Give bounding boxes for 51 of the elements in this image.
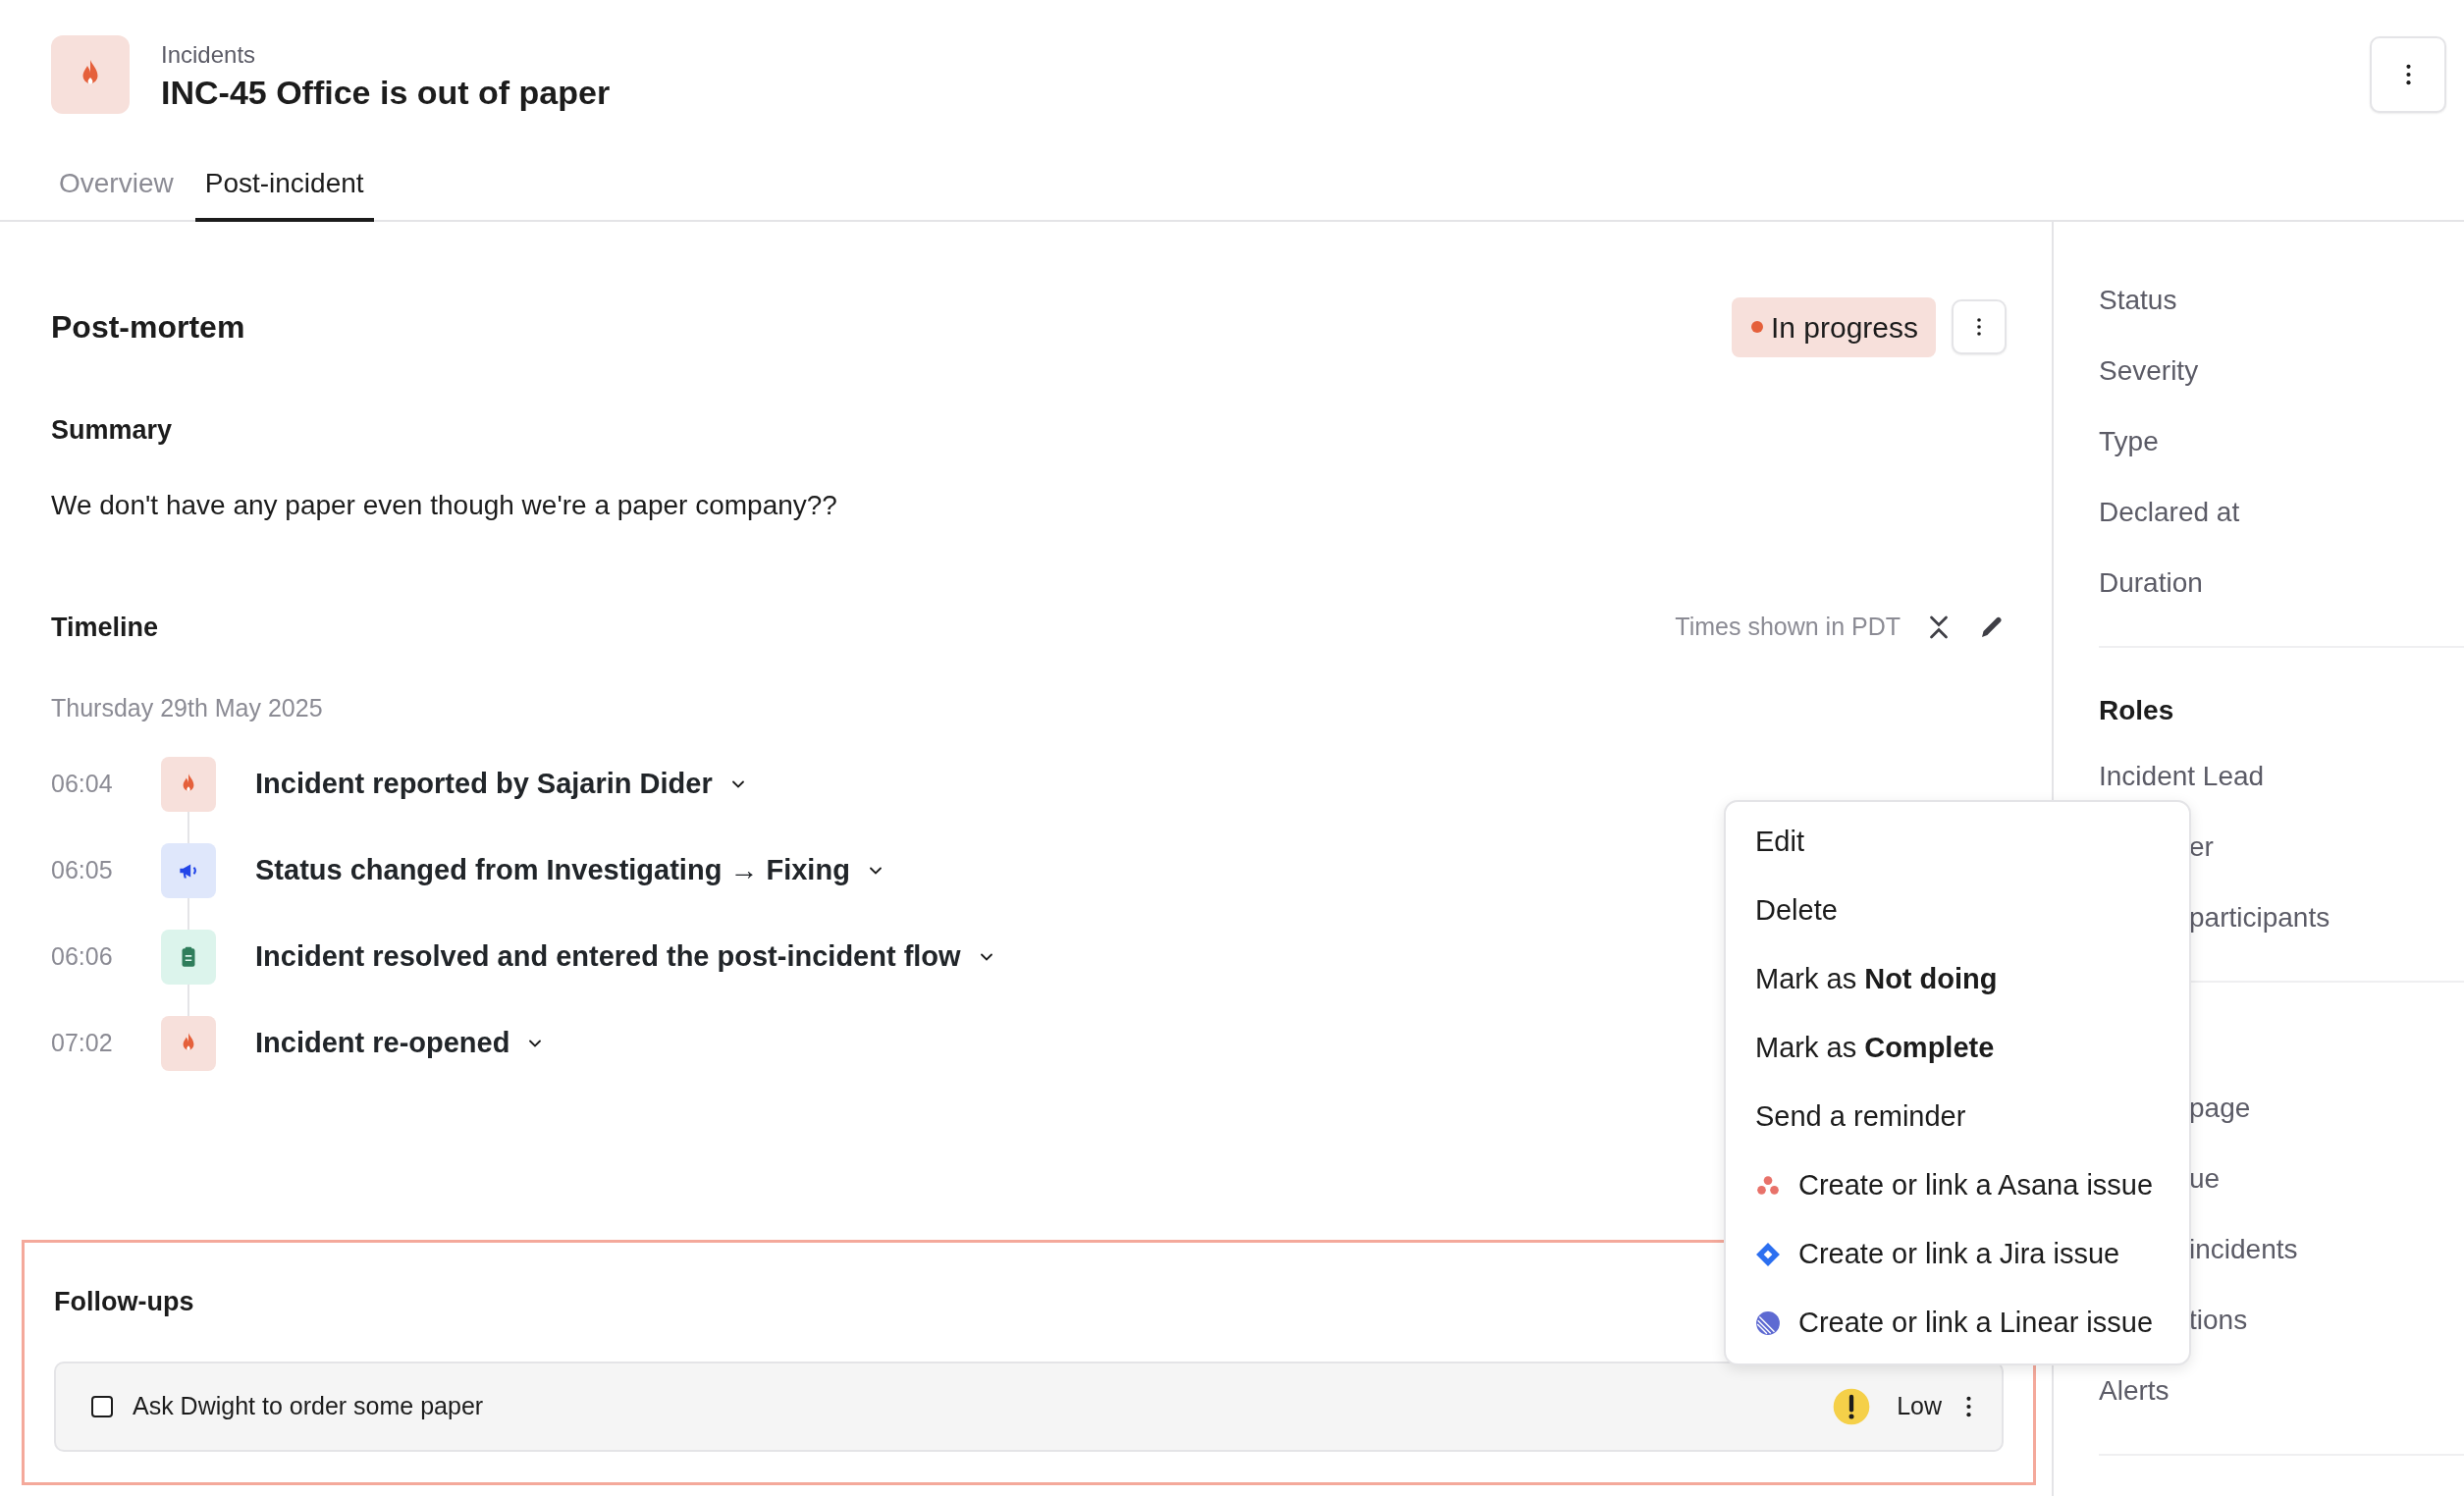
follow-up-item[interactable]: Ask Dwight to order some paper Low <box>54 1362 2004 1452</box>
field-label: Type <box>2099 425 2160 458</box>
timeline-date: Thursday 29th May 2025 <box>51 693 324 723</box>
event-time: 06:04 <box>51 768 114 799</box>
follow-up-text: Ask Dwight to order some paper <box>133 1391 484 1422</box>
field-label: Declared at <box>2099 496 2241 529</box>
partial-label: page <box>2189 1092 2251 1125</box>
event-time: 07:02 <box>51 1027 114 1058</box>
menu-item[interactable]: Mark as Complete <box>1726 1014 2189 1083</box>
partial-label: tions <box>2189 1304 2248 1337</box>
timezone-note: Times shown in PDT <box>1675 612 1901 642</box>
section-heading: Follow-ups <box>54 1285 194 1318</box>
kebab-icon <box>1976 316 1982 338</box>
event-toggle[interactable]: Incident resolved and entered the post-incident flow <box>255 935 996 979</box>
section-heading: Post-mortem <box>51 308 245 347</box>
field-label: Status <box>2099 284 2178 317</box>
diamond-icon <box>1755 1242 1781 1267</box>
summary-text: We don't have any paper even though we're a paper company?? <box>51 488 838 522</box>
kebab-icon <box>1965 1394 1972 1419</box>
partial-label: participants <box>2189 901 2330 935</box>
event-time: 06:05 <box>51 854 114 885</box>
field-label: Duration <box>2099 566 2204 600</box>
breadcrumb[interactable]: Incidents <box>161 36 611 73</box>
menu-item[interactable]: Send a reminder <box>1726 1083 2189 1151</box>
section-heading: Summary <box>51 414 174 447</box>
tab[interactable]: Post-incident <box>194 163 374 222</box>
partial-label: ue <box>2189 1162 2221 1196</box>
striped-circle-icon <box>1755 1310 1781 1336</box>
field-label: Severity <box>2099 354 2200 388</box>
section-heading: Timeline <box>51 611 159 644</box>
menu-item[interactable]: Edit <box>1726 808 2189 877</box>
partial-label: er <box>2189 830 2214 864</box>
menu-item[interactable]: Create or link a Asana issue <box>1726 1151 2189 1220</box>
status-badge: In progress <box>1731 296 1936 357</box>
priority-label: Low <box>1897 1391 1942 1422</box>
partial-label: incidents <box>2189 1233 2298 1266</box>
section-heading: Roles <box>2099 694 2175 727</box>
menu-item[interactable]: Create or link a Linear issue <box>1726 1289 2189 1358</box>
field-label: Incident Lead <box>2099 760 2265 793</box>
menu-item[interactable]: Delete <box>1726 877 2189 945</box>
checkbox[interactable] <box>91 1396 113 1417</box>
menu-item[interactable]: Create or link a Jira issue <box>1726 1220 2189 1289</box>
more-button[interactable] <box>1965 1394 1972 1419</box>
field-label: Alerts <box>2099 1374 2169 1408</box>
event-toggle[interactable]: Incident re-opened <box>255 1021 546 1065</box>
event-toggle[interactable]: Incident reported by Sajarin Dider <box>255 762 748 806</box>
event-toggle[interactable]: Status changed from Investigating → Fixing <box>255 848 885 892</box>
event-time: 06:06 <box>51 940 114 972</box>
menu-item[interactable]: Mark as Not doing <box>1726 945 2189 1014</box>
page-title: INC-45 Office is out of paper <box>161 72 611 113</box>
warning-icon <box>1832 1387 1872 1426</box>
